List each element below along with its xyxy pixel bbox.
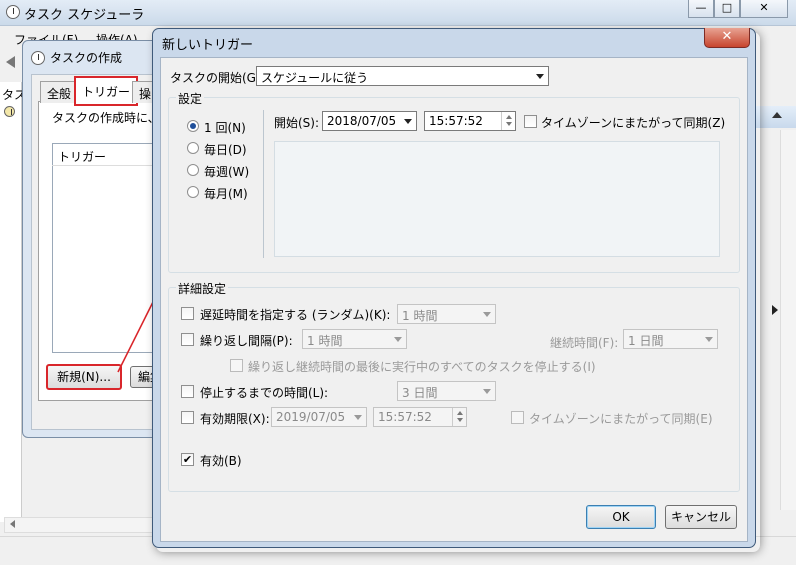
stop-after-checkbox[interactable]	[181, 385, 194, 398]
begin-task-value: スケジュールに従う	[261, 71, 369, 85]
dialog-close-button[interactable]: ✕	[704, 28, 750, 48]
schedule-detail-area	[274, 141, 720, 257]
radio-once[interactable]	[187, 120, 199, 132]
expire-time-value: 15:57:52	[378, 410, 432, 424]
repeat-interval-combo[interactable]: 1 時間	[302, 329, 407, 349]
radio-daily-label[interactable]: 毎日(D)	[204, 141, 247, 158]
expire-date-value: 2019/07/05	[276, 410, 346, 424]
start-time-spinner[interactable]: 15:57:52	[424, 111, 516, 131]
repeat-checkbox[interactable]	[181, 333, 194, 346]
dropdown-arrow-icon	[483, 312, 491, 317]
cancel-button[interactable]: キャンセル	[665, 505, 737, 529]
duration-combo[interactable]: 1 日間	[623, 329, 718, 349]
dropdown-arrow-icon	[404, 119, 412, 124]
duration-label: 継続時間(F):	[550, 336, 619, 350]
duration-value: 1 日間	[628, 334, 664, 348]
stop-after-label[interactable]: 停止するまでの時間(L):	[200, 384, 328, 401]
dropdown-arrow-icon	[536, 74, 544, 79]
expire-sync-timezone-checkbox[interactable]	[511, 411, 524, 424]
dropdown-arrow-icon	[483, 389, 491, 394]
expire-sync-timezone-label[interactable]: タイムゾーンにまたがって同期(E)	[529, 410, 713, 427]
radio-weekly[interactable]	[187, 164, 199, 176]
radio-monthly-label[interactable]: 毎月(M)	[204, 185, 248, 202]
sync-timezone-checkbox[interactable]	[524, 115, 537, 128]
repeat-label[interactable]: 繰り返し間隔(P):	[200, 332, 293, 349]
start-date-picker[interactable]: 2018/07/05	[322, 111, 417, 131]
radio-weekly-label[interactable]: 毎週(W)	[204, 163, 249, 180]
delay-value: 1 時間	[402, 309, 438, 323]
expire-time-spinner[interactable]: 15:57:52	[373, 407, 467, 427]
stop-after-combo[interactable]: 3 日間	[397, 381, 496, 401]
stop-after-value: 3 日間	[402, 386, 438, 400]
sync-timezone-label[interactable]: タイムゾーンにまたがって同期(Z)	[541, 114, 725, 131]
ok-button[interactable]: OK	[586, 505, 656, 529]
stop-all-label[interactable]: 繰り返し継続時間の最後に実行中のすべてのタスクを停止する(I)	[248, 358, 596, 375]
stop-all-checkbox[interactable]	[230, 359, 243, 372]
expire-date-picker[interactable]: 2019/07/05	[271, 407, 367, 427]
radio-monthly[interactable]	[187, 186, 199, 198]
begin-task-label: タスクの開始(G):	[170, 71, 265, 85]
enabled-label[interactable]: 有効(B)	[200, 452, 242, 469]
start-time-value: 15:57:52	[429, 114, 483, 128]
dropdown-arrow-icon	[705, 337, 713, 342]
delay-label[interactable]: 遅延時間を指定する (ランダム)(K):	[200, 306, 390, 323]
delay-combo[interactable]: 1 時間	[397, 304, 496, 324]
expire-checkbox[interactable]	[181, 411, 194, 424]
expire-label[interactable]: 有効期限(X):	[200, 410, 270, 427]
spinner-icon[interactable]	[501, 112, 515, 130]
dropdown-arrow-icon	[354, 415, 362, 420]
settings-label: 設定	[176, 90, 205, 107]
enabled-checkbox[interactable]: ✔	[181, 453, 194, 466]
spinner-icon[interactable]	[452, 408, 466, 426]
delay-checkbox[interactable]	[181, 307, 194, 320]
repeat-interval-value: 1 時間	[307, 334, 343, 348]
start-date-value: 2018/07/05	[327, 114, 397, 128]
radio-daily[interactable]	[187, 142, 199, 154]
dropdown-arrow-icon	[394, 337, 402, 342]
settings-divider	[263, 110, 264, 258]
start-label: 開始(S):	[274, 116, 320, 130]
begin-task-combo[interactable]: スケジュールに従う	[256, 66, 549, 86]
new-trigger-title: 新しいトリガー	[162, 38, 254, 53]
radio-once-label[interactable]: 1 回(N)	[204, 119, 246, 136]
advanced-settings-label: 詳細設定	[176, 280, 229, 297]
